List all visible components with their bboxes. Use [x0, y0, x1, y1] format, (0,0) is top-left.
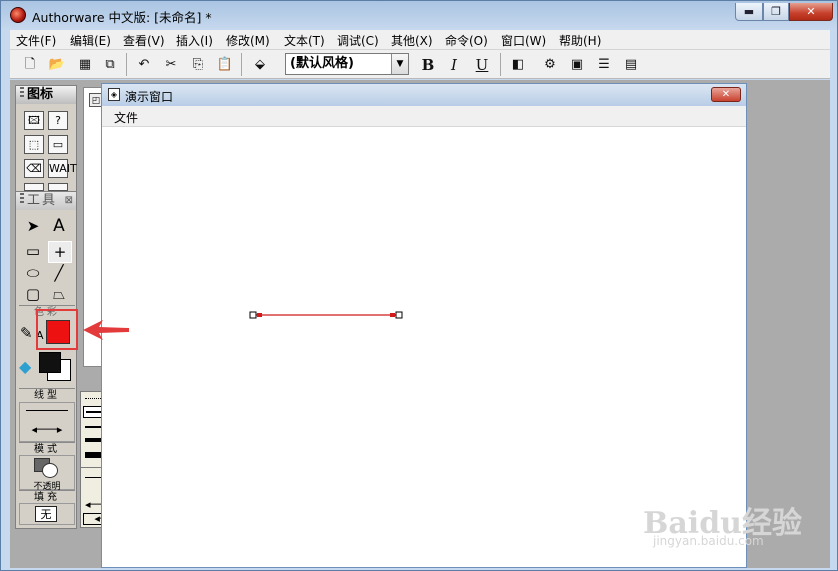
- menu-other[interactable]: 其他(X): [391, 32, 433, 49]
- icon-palette: 图标 🖾 ? ⬚ ▭ ⌫ WAIT: [15, 85, 77, 193]
- icon-palette-title[interactable]: 图标: [16, 86, 76, 104]
- menu-window[interactable]: 窗口(W): [501, 32, 546, 49]
- fill-foreground-color-swatch[interactable]: [39, 352, 61, 373]
- erase-icon[interactable]: ⌫: [24, 159, 44, 178]
- knowledge-objects-icon[interactable]: ▤: [621, 55, 641, 75]
- find-icon[interactable]: ⬙: [250, 55, 270, 75]
- fill-value: 无: [35, 506, 57, 522]
- bold-button[interactable]: B: [418, 55, 438, 75]
- toolbar: 🗋 📂 ▦ ⧉ ↶ ✂ ⎘ 📋 ⬙ (默认风格) ▼ B I U ◧ ⚙ ▣ ☰…: [10, 50, 830, 79]
- authorware-logo-icon: [10, 7, 26, 23]
- line-end-cap: [390, 313, 395, 317]
- text-style-select[interactable]: (默认风格) ▼: [285, 53, 409, 75]
- line-sample: [26, 410, 68, 411]
- baidu-watermark-url: jingyan.baidu.com: [653, 534, 764, 548]
- pencil-icon: ✎: [20, 324, 33, 342]
- control-panel-icon[interactable]: ⚙: [540, 55, 560, 75]
- menu-insert[interactable]: 插入(I): [176, 32, 213, 49]
- toolbar-separator: [126, 53, 127, 76]
- rectangle-tool-icon[interactable]: ▭: [22, 241, 44, 261]
- close-icon[interactable]: ⊠: [65, 192, 73, 210]
- text-tool[interactable]: A: [48, 216, 70, 236]
- menu-view[interactable]: 查看(V): [123, 32, 165, 49]
- double-arrow-sample: ◂───▸: [31, 423, 63, 436]
- navigate-icon[interactable]: [24, 183, 44, 191]
- window-title: Authorware 中文版: [未命名] *: [32, 10, 212, 25]
- paste-icon[interactable]: 📋: [215, 55, 235, 75]
- menu-debug[interactable]: 调试(C): [337, 32, 379, 49]
- variables-icon[interactable]: ☰: [594, 55, 614, 75]
- line-tool-icon[interactable]: ╱: [48, 263, 70, 283]
- annotation-arrow-icon: [83, 320, 129, 340]
- framework-icon[interactable]: [48, 183, 68, 191]
- mode-selector[interactable]: 不透明: [19, 455, 75, 492]
- underline-button[interactable]: U: [472, 55, 492, 75]
- menu-modify[interactable]: 修改(M): [226, 32, 270, 49]
- minimize-button[interactable]: ▬: [735, 3, 763, 21]
- mode-circle-icon: [42, 463, 58, 478]
- close-button[interactable]: ✕: [789, 3, 833, 21]
- toolbar-separator: [500, 53, 501, 76]
- new-file-icon[interactable]: 🗋: [20, 55, 40, 75]
- polygon-tool-icon[interactable]: ⏢: [48, 284, 70, 304]
- text-style-value: (默认风格): [290, 56, 354, 71]
- italic-button[interactable]: I: [444, 55, 464, 75]
- calculation-icon[interactable]: ⬚: [24, 135, 44, 154]
- crosshair-tool-icon[interactable]: +: [48, 241, 72, 263]
- chevron-down-icon[interactable]: ▼: [391, 54, 408, 74]
- menu-bar: 文件(F) 编辑(E) 查看(V) 插入(I) 修改(M) 文本(T) 调试(C…: [10, 30, 830, 50]
- menu-help[interactable]: 帮助(H): [559, 32, 601, 49]
- save-all-icon[interactable]: ▦: [75, 55, 95, 75]
- undo-icon[interactable]: ↶: [134, 55, 154, 75]
- presentation-title: 演示窗口: [125, 90, 174, 104]
- maximize-button[interactable]: ❐: [763, 3, 789, 21]
- presentation-close-button[interactable]: ✕: [711, 87, 741, 102]
- app-window: Authorware 中文版: [未命名] * ▬ ❐ ✕ 文件(F) 编辑(E…: [0, 0, 838, 571]
- line-style-selector[interactable]: ◂───▸: [19, 402, 75, 442]
- cut-icon[interactable]: ✂: [161, 55, 181, 75]
- tools-palette: 工具 ⊠ ➤ A ▭ + ⬭ ╱ ▢ ⏢ 色彩 ✎ A ◆ 线型 ◂───▸ 模…: [15, 191, 77, 529]
- paint-bucket-icon: ◆: [19, 357, 32, 376]
- run-icon[interactable]: ◧: [508, 55, 528, 75]
- grip-icon: [20, 87, 24, 99]
- line-start-cap: [257, 313, 262, 317]
- menu-file[interactable]: 文件(F): [16, 32, 56, 49]
- annotation-highlight-box: [36, 309, 78, 350]
- presentation-title-bar[interactable]: ◈ 演示窗口 ✕: [102, 84, 746, 106]
- line-handle-start[interactable]: [249, 311, 257, 319]
- rounded-rectangle-tool-icon[interactable]: ▢: [22, 284, 44, 304]
- menu-edit[interactable]: 编辑(E): [70, 32, 111, 49]
- wait-icon[interactable]: WAIT: [48, 159, 77, 178]
- line-style-section-label: 线型: [19, 388, 75, 402]
- presentation-window: ◈ 演示窗口 ✕ 文件: [101, 83, 747, 568]
- mode-section-label: 模式: [19, 442, 75, 456]
- interaction-icon[interactable]: ?: [48, 111, 68, 130]
- import-icon[interactable]: ⧉: [100, 55, 120, 75]
- copy-icon[interactable]: ⎘: [188, 55, 208, 75]
- decision-icon[interactable]: ▭: [48, 135, 68, 154]
- toolbar-separator: [241, 53, 242, 76]
- menu-command[interactable]: 命令(O): [445, 32, 488, 49]
- pointer-tool-icon[interactable]: ➤: [22, 216, 44, 236]
- open-folder-icon[interactable]: 📂: [47, 55, 67, 75]
- tools-palette-title[interactable]: 工具 ⊠: [16, 192, 76, 210]
- fill-selector[interactable]: 无: [19, 503, 75, 525]
- presentation-window-icon: ◈: [108, 88, 120, 101]
- display-icon[interactable]: 🖾: [24, 111, 44, 130]
- grip-icon: [20, 193, 24, 205]
- presentation-menu-bar: 文件: [102, 106, 746, 127]
- ellipse-tool-icon[interactable]: ⬭: [22, 263, 44, 283]
- presentation-menu-file[interactable]: 文件: [114, 109, 138, 126]
- fill-section-label: 填充: [19, 490, 75, 504]
- line-handle-end[interactable]: [395, 311, 403, 319]
- title-bar[interactable]: Authorware 中文版: [未命名] * ▬ ❐ ✕: [2, 2, 838, 28]
- annotation-arrow: [83, 320, 129, 340]
- functions-icon[interactable]: ▣: [567, 55, 587, 75]
- menu-text[interactable]: 文本(T): [284, 32, 325, 49]
